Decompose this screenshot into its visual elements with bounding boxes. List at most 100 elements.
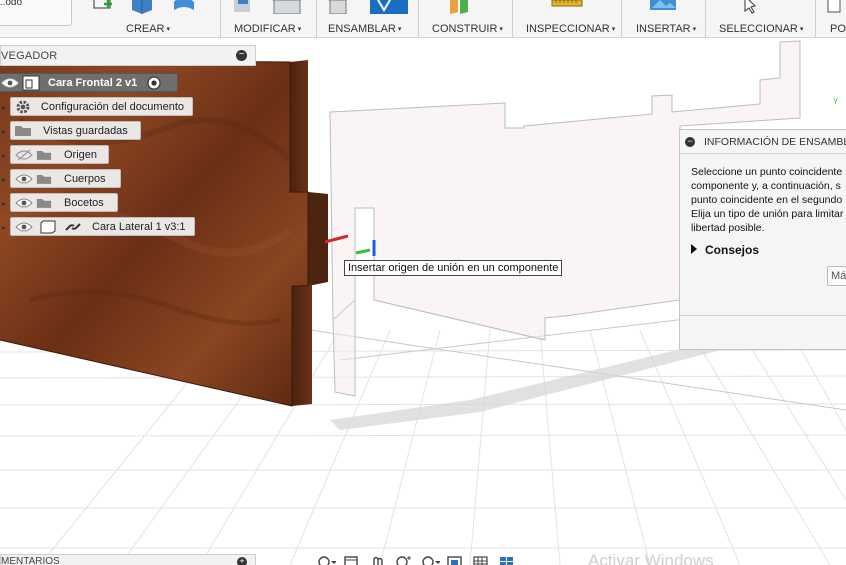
- gear-icon: [16, 100, 30, 113]
- toolbar-divider: [316, 0, 317, 38]
- eye-hidden-icon[interactable]: [15, 149, 33, 161]
- comments-title: MENTARIOS: [1, 556, 60, 565]
- assemble-icons: [328, 0, 408, 14]
- insert-icons: [650, 0, 676, 10]
- browser-item-sketches[interactable]: Bocetos: [10, 193, 118, 212]
- folder-icon: [36, 174, 52, 184]
- toolbar-construct-menu[interactable]: CONSTRUIR ▾: [432, 23, 503, 35]
- create-icons: [93, 0, 194, 14]
- fit-icon[interactable]: [420, 554, 440, 565]
- toolbar-assemble-menu[interactable]: ENSAMBLAR ▾: [328, 23, 401, 35]
- insert-image-icon[interactable]: [650, 0, 676, 10]
- tips-toggle[interactable]: Consejos: [691, 243, 759, 257]
- fillet-icon[interactable]: [272, 0, 306, 14]
- expand-arrow-icon[interactable]: ▸: [2, 223, 6, 232]
- box-icon[interactable]: [132, 0, 152, 14]
- toolbar-divider: [512, 0, 513, 38]
- viewports-icon[interactable]: [498, 554, 518, 565]
- select-icons: [744, 0, 771, 14]
- navigation-bar: [316, 554, 550, 565]
- browser-item-label: Vistas guardadas: [43, 124, 128, 137]
- info-line: Seleccione un punto coincidente: [691, 166, 843, 178]
- toolbar-divider: [621, 0, 622, 38]
- folder-icon: [15, 126, 31, 136]
- browser-item-origin[interactable]: Origen: [10, 145, 109, 164]
- browser-item-saved-views[interactable]: Vistas guardadas: [10, 121, 141, 140]
- browser-root-label: Cara Frontal 2 v1: [48, 76, 138, 89]
- construct-icons: [450, 0, 468, 14]
- component-icon: [22, 75, 40, 90]
- browser-root-node[interactable]: Cara Frontal 2 v1: [0, 73, 178, 92]
- display-settings-icon[interactable]: [446, 554, 466, 565]
- expand-arrow-icon[interactable]: ▸: [2, 199, 6, 208]
- eye-icon[interactable]: [15, 221, 33, 233]
- expand-arrow-icon[interactable]: ▸: [2, 151, 6, 160]
- toolbar-position-menu[interactable]: PO: [830, 23, 846, 35]
- comments-expand-icon[interactable]: +: [237, 557, 247, 565]
- browser-panel-header[interactable]: VEGADOR −: [0, 45, 256, 66]
- modify-icons: [234, 0, 306, 14]
- toolbar-modify-menu[interactable]: MODIFICAR ▾: [234, 23, 301, 35]
- position-icon[interactable]: [827, 0, 841, 13]
- zoom-icon[interactable]: [394, 554, 414, 565]
- sketch-create-icon[interactable]: [93, 0, 112, 9]
- joint-icon[interactable]: [370, 0, 408, 14]
- position-icons: [827, 0, 841, 13]
- form-icon[interactable]: [174, 0, 194, 10]
- expand-triangle-icon: [691, 244, 697, 254]
- assembly-info-panel: − INFORMACIÓN DE ENSAMBLA Seleccione un …: [679, 129, 846, 350]
- pan-icon[interactable]: [342, 554, 362, 565]
- press-pull-icon[interactable]: [234, 0, 250, 12]
- main-toolbar: ...odo CREAR▾: [0, 0, 846, 38]
- offset-plane-icon[interactable]: [450, 0, 468, 14]
- toolbar-select-menu[interactable]: SELECCIONAR ▾: [719, 23, 803, 35]
- toolbar-divider: [705, 0, 706, 38]
- activate-radio-icon[interactable]: [147, 75, 161, 90]
- more-info-button[interactable]: Má: [827, 266, 846, 286]
- tips-label: Consejos: [705, 243, 760, 257]
- grid-icon[interactable]: [472, 554, 492, 565]
- browser-item-document-settings[interactable]: Configuración del documento: [10, 97, 193, 116]
- folder-icon: [36, 198, 52, 208]
- browser-item-label: Bocetos: [64, 196, 104, 209]
- toolbar-create-menu[interactable]: CREAR ▾: [126, 23, 170, 35]
- link-icon: [65, 222, 81, 231]
- browser-item-bodies[interactable]: Cuerpos: [10, 169, 121, 188]
- browser-item-label: Configuración del documento: [40, 100, 184, 113]
- toolbar-divider: [220, 0, 221, 38]
- expand-arrow-icon[interactable]: ▸: [2, 103, 6, 112]
- workspace-button[interactable]: ...odo: [0, 0, 72, 26]
- browser-item-label: Cuerpos: [64, 172, 106, 185]
- info-line: Elija un tipo de unión para limitar: [691, 208, 844, 220]
- folder-icon: [36, 150, 52, 160]
- windows-activation-watermark: Activar Windows: [588, 551, 714, 565]
- viewcube-y-axis-label: Y: [833, 97, 839, 106]
- eye-icon[interactable]: [15, 173, 33, 185]
- toolbar-divider: [815, 0, 816, 38]
- browser-item-label: Origen: [64, 148, 98, 161]
- orbit-icon[interactable]: [316, 554, 336, 565]
- info-panel-collapse-icon[interactable]: −: [685, 137, 695, 147]
- info-line: componente y, a continuación, s: [691, 180, 841, 192]
- info-panel-divider: [680, 315, 846, 316]
- expand-arrow-icon[interactable]: ▸: [2, 127, 6, 136]
- expand-arrow-icon[interactable]: ▸: [2, 175, 6, 184]
- component-icon: [40, 220, 56, 233]
- select-arrow-icon[interactable]: [744, 0, 771, 14]
- new-component-icon[interactable]: [328, 0, 352, 14]
- toolbar-inspect-menu[interactable]: INSPECCIONAR ▾: [526, 23, 615, 35]
- comments-panel-header[interactable]: MENTARIOS +: [0, 554, 256, 565]
- eye-icon[interactable]: [15, 197, 33, 209]
- info-panel-body: Seleccione un punto coincidente componen…: [691, 165, 846, 235]
- measure-icon[interactable]: [551, 0, 583, 7]
- browser-collapse-icon[interactable]: −: [236, 50, 247, 61]
- eye-icon[interactable]: [1, 77, 19, 89]
- inspect-icons: [551, 0, 583, 7]
- info-panel-title: INFORMACIÓN DE ENSAMBLA: [704, 136, 846, 148]
- browser-item-side-panel-component[interactable]: Cara Lateral 1 v3:1: [10, 217, 195, 236]
- info-panel-header[interactable]: − INFORMACIÓN DE ENSAMBLA: [680, 130, 846, 154]
- look-at-icon[interactable]: [368, 554, 388, 565]
- joint-origin-tooltip: Insertar origen de unión en un component…: [344, 260, 563, 276]
- toolbar-insert-menu[interactable]: INSERTAR ▾: [636, 23, 696, 35]
- browser-item-label: Cara Lateral 1 v3:1: [92, 220, 186, 233]
